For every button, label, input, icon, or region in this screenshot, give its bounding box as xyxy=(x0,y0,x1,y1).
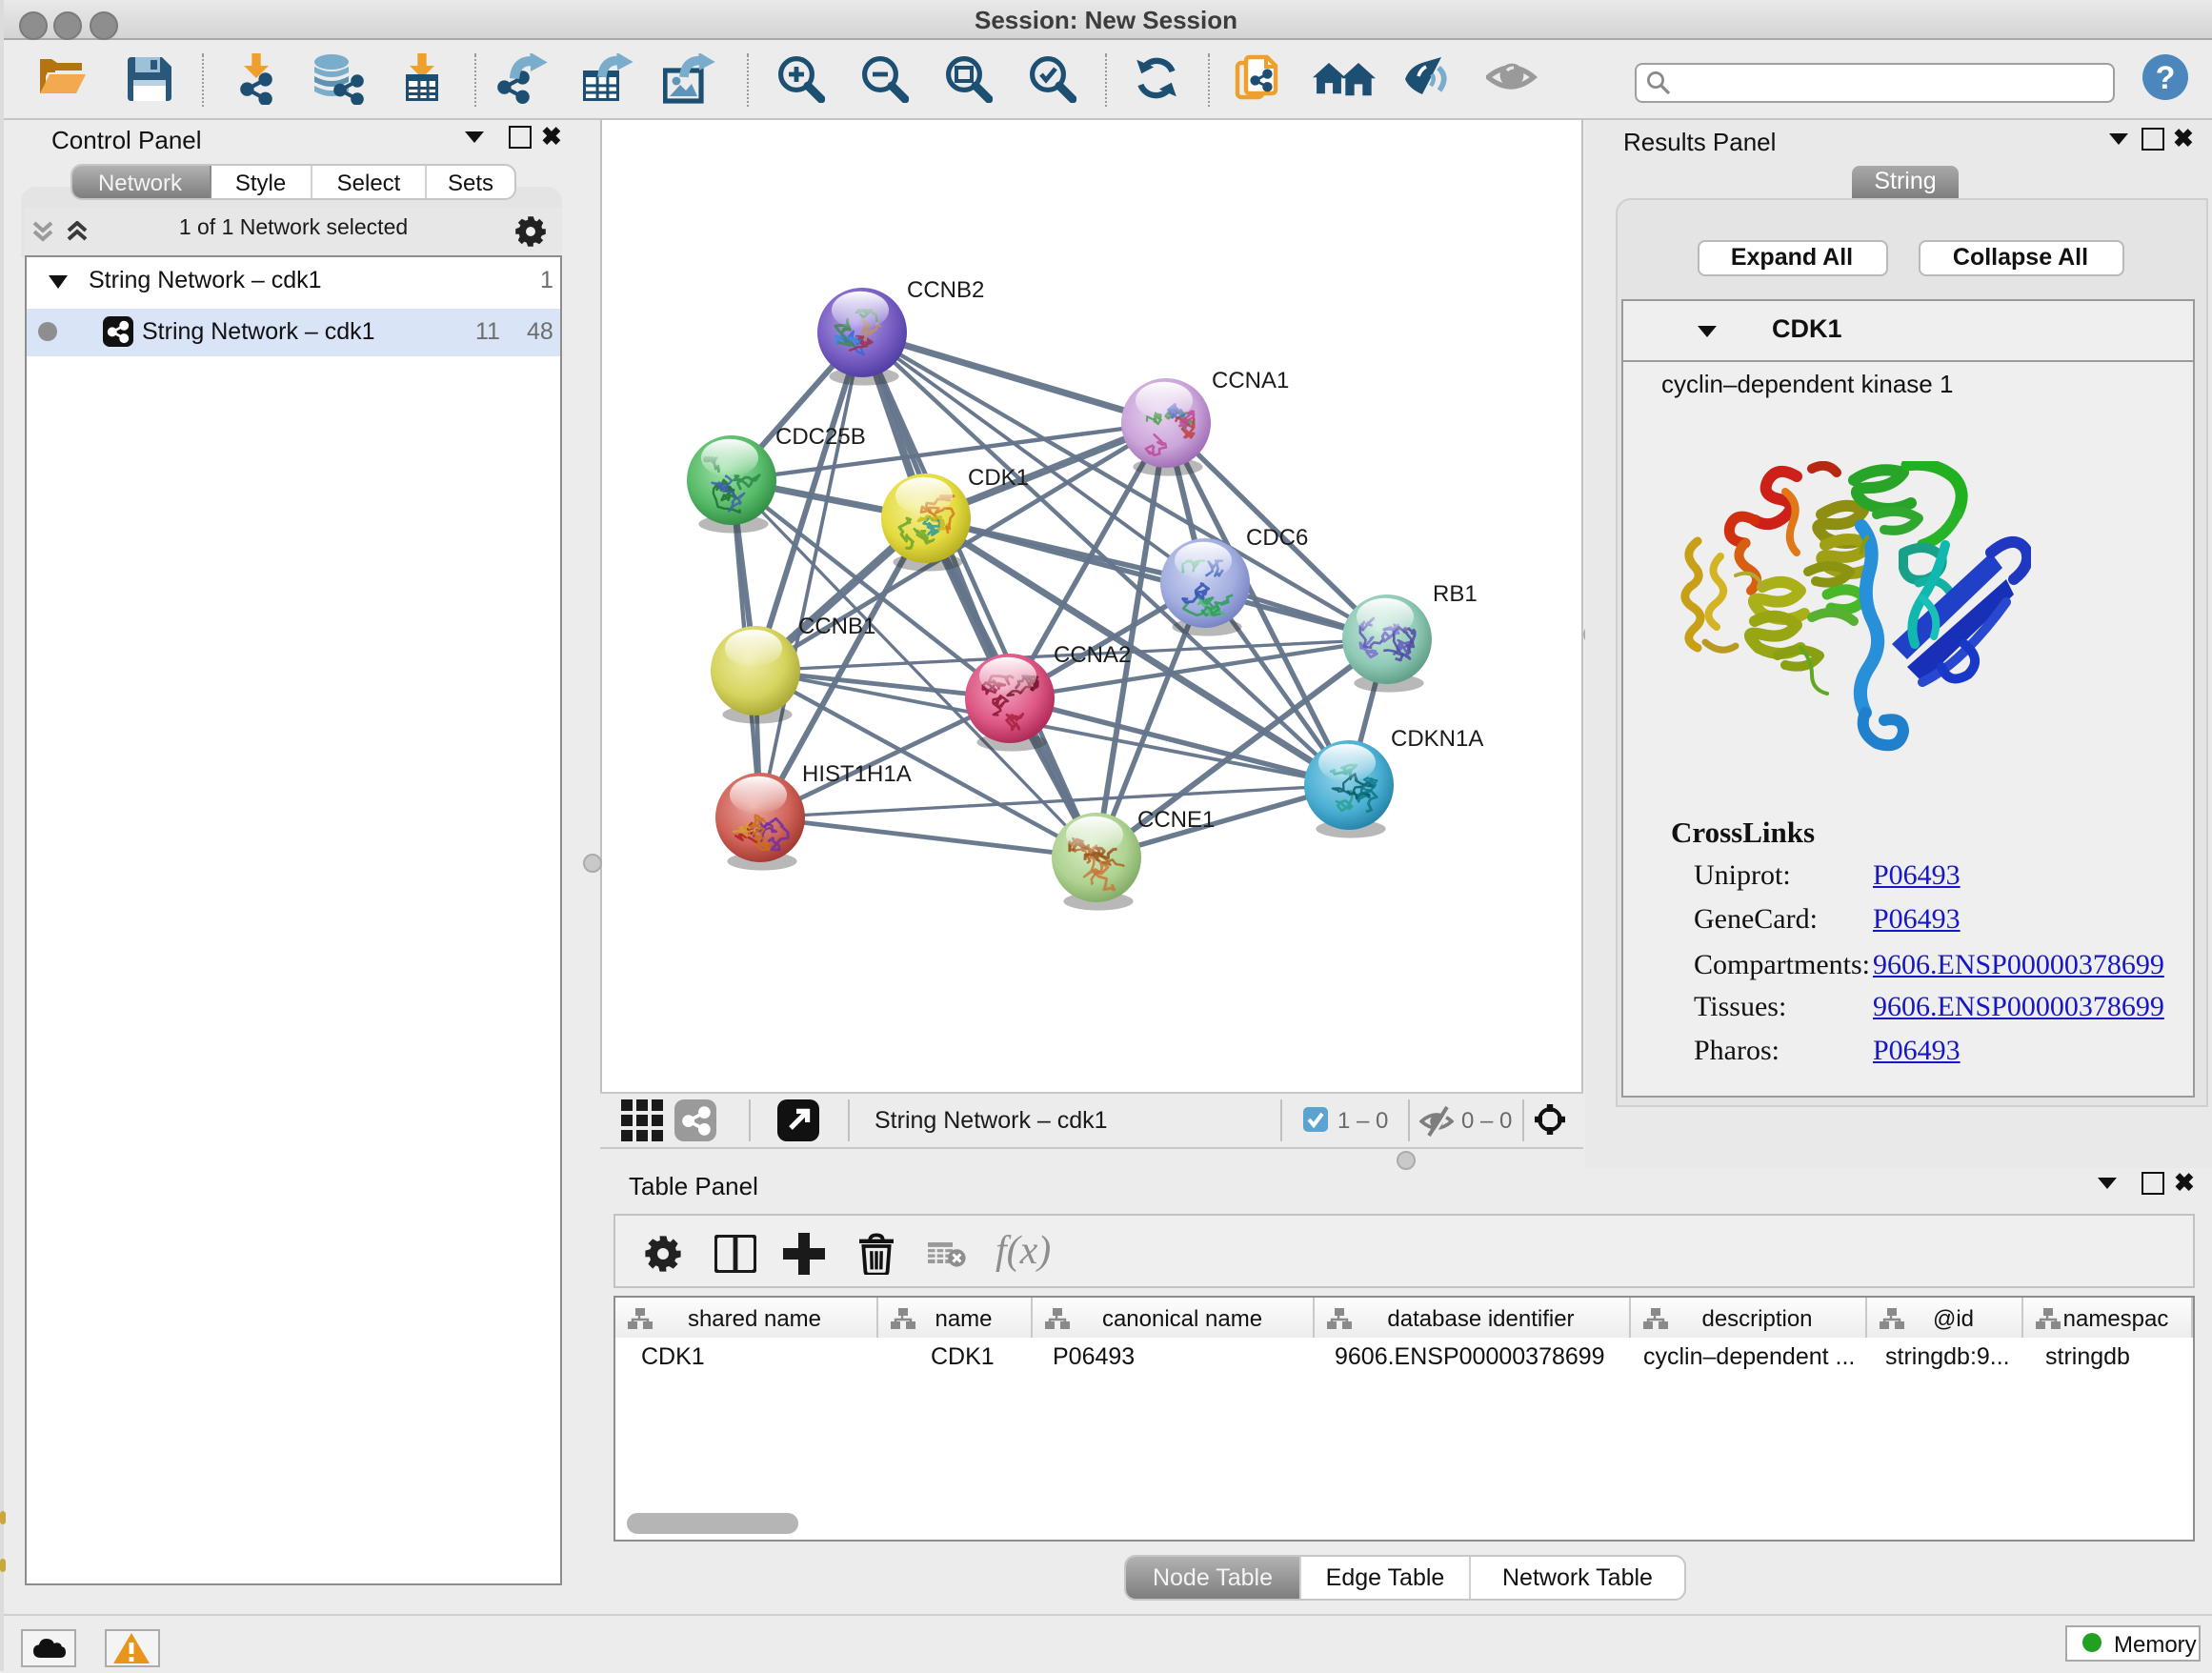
svg-text:CDC25B: CDC25B xyxy=(775,423,866,449)
svg-text:CCNA1: CCNA1 xyxy=(1212,367,1289,393)
svg-text:CDK1: CDK1 xyxy=(968,464,1029,490)
svg-text:?: ? xyxy=(2156,60,2176,96)
svg-text:CCNB2: CCNB2 xyxy=(907,276,984,302)
svg-text:CCNA2: CCNA2 xyxy=(1054,641,1131,667)
svg-text:RB1: RB1 xyxy=(1433,580,1478,606)
svg-text:CDC6: CDC6 xyxy=(1246,524,1308,550)
svg-text:HIST1H1A: HIST1H1A xyxy=(802,760,912,786)
svg-text:CCNB1: CCNB1 xyxy=(798,613,875,638)
svg-text:CCNE1: CCNE1 xyxy=(1137,806,1215,832)
svg-text:CDKN1A: CDKN1A xyxy=(1391,725,1483,751)
